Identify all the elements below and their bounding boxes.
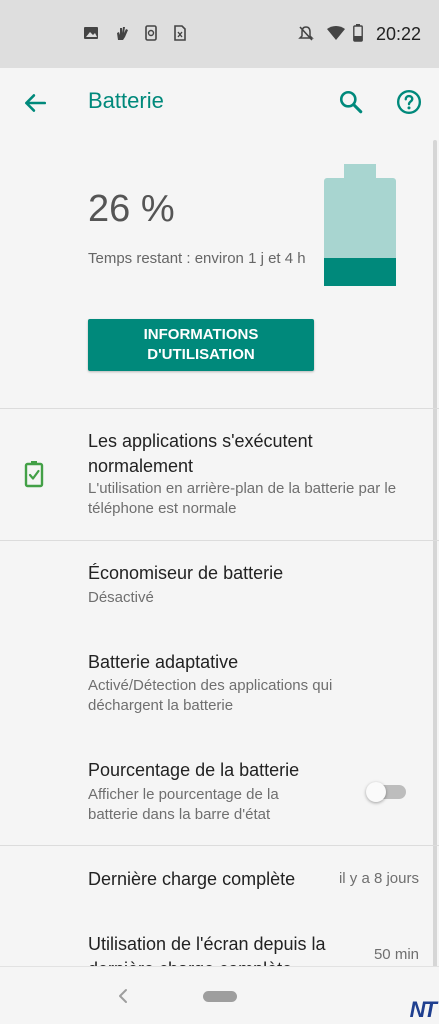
battery-percentage-subtitle: Afficher le pourcentage de la batterie d… [88, 786, 279, 823]
nav-home-pill[interactable] [203, 991, 237, 1002]
divider [0, 845, 439, 846]
notifications-off-icon [298, 26, 314, 41]
divider [0, 540, 439, 541]
image-icon [84, 27, 98, 39]
battery-icon [353, 24, 363, 42]
battery-check-icon [24, 461, 44, 488]
battery-percentage-title: Pourcentage de la batterie [88, 760, 300, 780]
help-icon[interactable] [396, 89, 422, 115]
usage-details-button[interactable]: INFORMATIONS D'UTILISATION [88, 319, 314, 371]
clock: 20:22 [375, 24, 421, 44]
remaining-time: Temps restant : environ 1 j et 4 h [88, 250, 306, 267]
battery-saver-title: Économiseur de batterie [88, 563, 284, 583]
hand-icon [117, 27, 128, 40]
app-bar: Batterie [0, 68, 439, 136]
adaptive-battery-status: Activé/Détection des applications qui dé… [88, 677, 333, 714]
battery-percentage-toggle[interactable] [366, 782, 408, 802]
status-bar: 20:22 [0, 0, 439, 68]
divider [0, 408, 439, 409]
apps-status-subtitle: L'utilisation en arrière-plan de la batt… [88, 480, 397, 517]
search-icon[interactable] [338, 89, 364, 115]
battery-percent: 26 % [88, 188, 175, 230]
last-full-charge-title: Dernière charge complète [88, 869, 296, 889]
back-arrow-icon[interactable] [22, 90, 48, 116]
toggle-thumb [366, 782, 386, 802]
phone-sync-icon [145, 25, 157, 41]
screen-usage-value: 50 min [373, 946, 419, 963]
navigation-bar: NT [0, 966, 439, 1024]
battery-level-graphic [324, 164, 396, 286]
battery-saver-status: Désactivé [88, 589, 154, 606]
nav-back-icon[interactable] [116, 987, 130, 1005]
adaptive-battery-title: Batterie adaptative [88, 652, 239, 672]
watermark-logo: NT [409, 997, 437, 1022]
apps-status-title: Les applications s'exécutent normalement [88, 431, 313, 476]
battery-settings-screen: 20:22 Batterie 26 % Temps restant : envi… [0, 0, 439, 1024]
wifi-icon [327, 26, 345, 40]
page-title: Batterie [88, 88, 164, 113]
last-full-charge-value: il y a 8 jours [338, 870, 419, 887]
sim-icon [174, 25, 186, 41]
